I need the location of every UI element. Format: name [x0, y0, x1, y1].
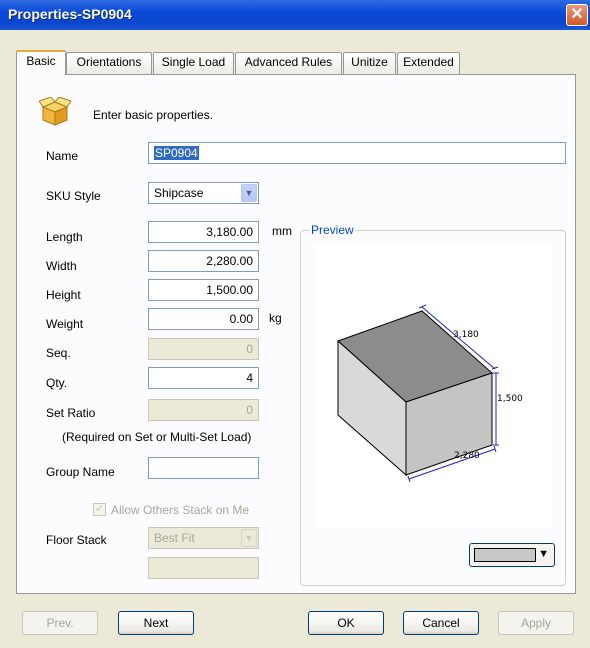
tab-single-load[interactable]: Single Load [153, 52, 234, 74]
width-label: Width [46, 259, 77, 273]
dim-height-text: 1,500 [497, 394, 523, 404]
tab-advanced-rules[interactable]: Advanced Rules [235, 52, 342, 74]
chevron-down-icon: ▼ [241, 529, 257, 547]
box-icon [39, 97, 71, 126]
tab-basic[interactable]: Basic [16, 50, 66, 75]
header-text: Enter basic properties. [93, 108, 214, 122]
close-icon: ✕ [570, 6, 584, 23]
length-unit: mm [272, 224, 292, 238]
prev-button: Prev. [22, 611, 98, 635]
allow-stack-label: Allow Others Stack on Me [111, 503, 250, 517]
name-field[interactable]: SP0904 [148, 142, 566, 164]
properties-dialog: Properties-SP0904 ✕ Basic Orientations S… [0, 0, 590, 648]
apply-button: Apply [498, 611, 574, 635]
sku-style-label: SKU Style [46, 189, 101, 203]
height-field[interactable]: 1,500.00 [148, 279, 259, 301]
floor-stack-label: Floor Stack [46, 533, 107, 547]
tab-unitize[interactable]: Unitize [343, 52, 396, 74]
box-preview-graphic: 3,180 1,500 2,280 [337, 304, 523, 483]
close-button[interactable]: ✕ [566, 4, 588, 26]
set-ratio-label: Set Ratio [46, 406, 96, 420]
cancel-button[interactable]: Cancel [403, 611, 479, 635]
weight-label: Weight [46, 317, 84, 331]
qty-label: Qty. [46, 376, 68, 390]
weight-field[interactable]: 0.00 [148, 308, 259, 330]
title-bar[interactable]: Properties-SP0904 ✕ [0, 0, 590, 30]
seq-field: 0 [148, 338, 259, 360]
tab-extended[interactable]: Extended [397, 52, 460, 74]
name-label: Name [46, 149, 79, 163]
weight-unit: kg [269, 311, 282, 325]
allow-stack-checkbox: ✓ [93, 503, 106, 516]
box-color-picker[interactable]: ▼ [469, 543, 555, 567]
preview-legend: Preview [309, 223, 356, 237]
basic-panel: Enter basic properties. Name SP0904 SKU … [16, 74, 576, 594]
group-name-field[interactable] [148, 457, 259, 479]
color-swatch [474, 548, 536, 562]
set-ratio-note: (Required on Set or Multi-Set Load) [62, 430, 252, 444]
tab-orientations[interactable]: Orientations [66, 52, 152, 74]
set-ratio-field: 0 [148, 399, 259, 421]
preview-canvas: 3,180 1,500 2,280 [314, 245, 552, 527]
group-name-label: Group Name [46, 465, 115, 479]
dim-width-text: 2,280 [454, 451, 480, 461]
preview-group: Preview 3,180 1,500 2,280 ▼ [300, 223, 566, 586]
sku-style-select[interactable]: Shipcase ▼ [148, 182, 259, 204]
ok-button[interactable]: OK [308, 611, 384, 635]
chevron-down-icon: ▼ [538, 548, 549, 560]
window-title: Properties-SP0904 [8, 6, 132, 22]
floor-stack-extra-field [148, 557, 259, 579]
next-button[interactable]: Next [118, 611, 194, 635]
seq-label: Seq. [46, 346, 71, 360]
height-label: Height [46, 288, 81, 302]
dim-length-text: 3,180 [453, 330, 479, 340]
chevron-down-icon[interactable]: ▼ [241, 184, 257, 202]
length-field[interactable]: 3,180.00 [148, 221, 259, 243]
floor-stack-select: Best Fit ▼ [148, 527, 259, 549]
width-field[interactable]: 2,280.00 [148, 250, 259, 272]
length-label: Length [46, 230, 83, 244]
qty-field[interactable]: 4 [148, 367, 259, 389]
